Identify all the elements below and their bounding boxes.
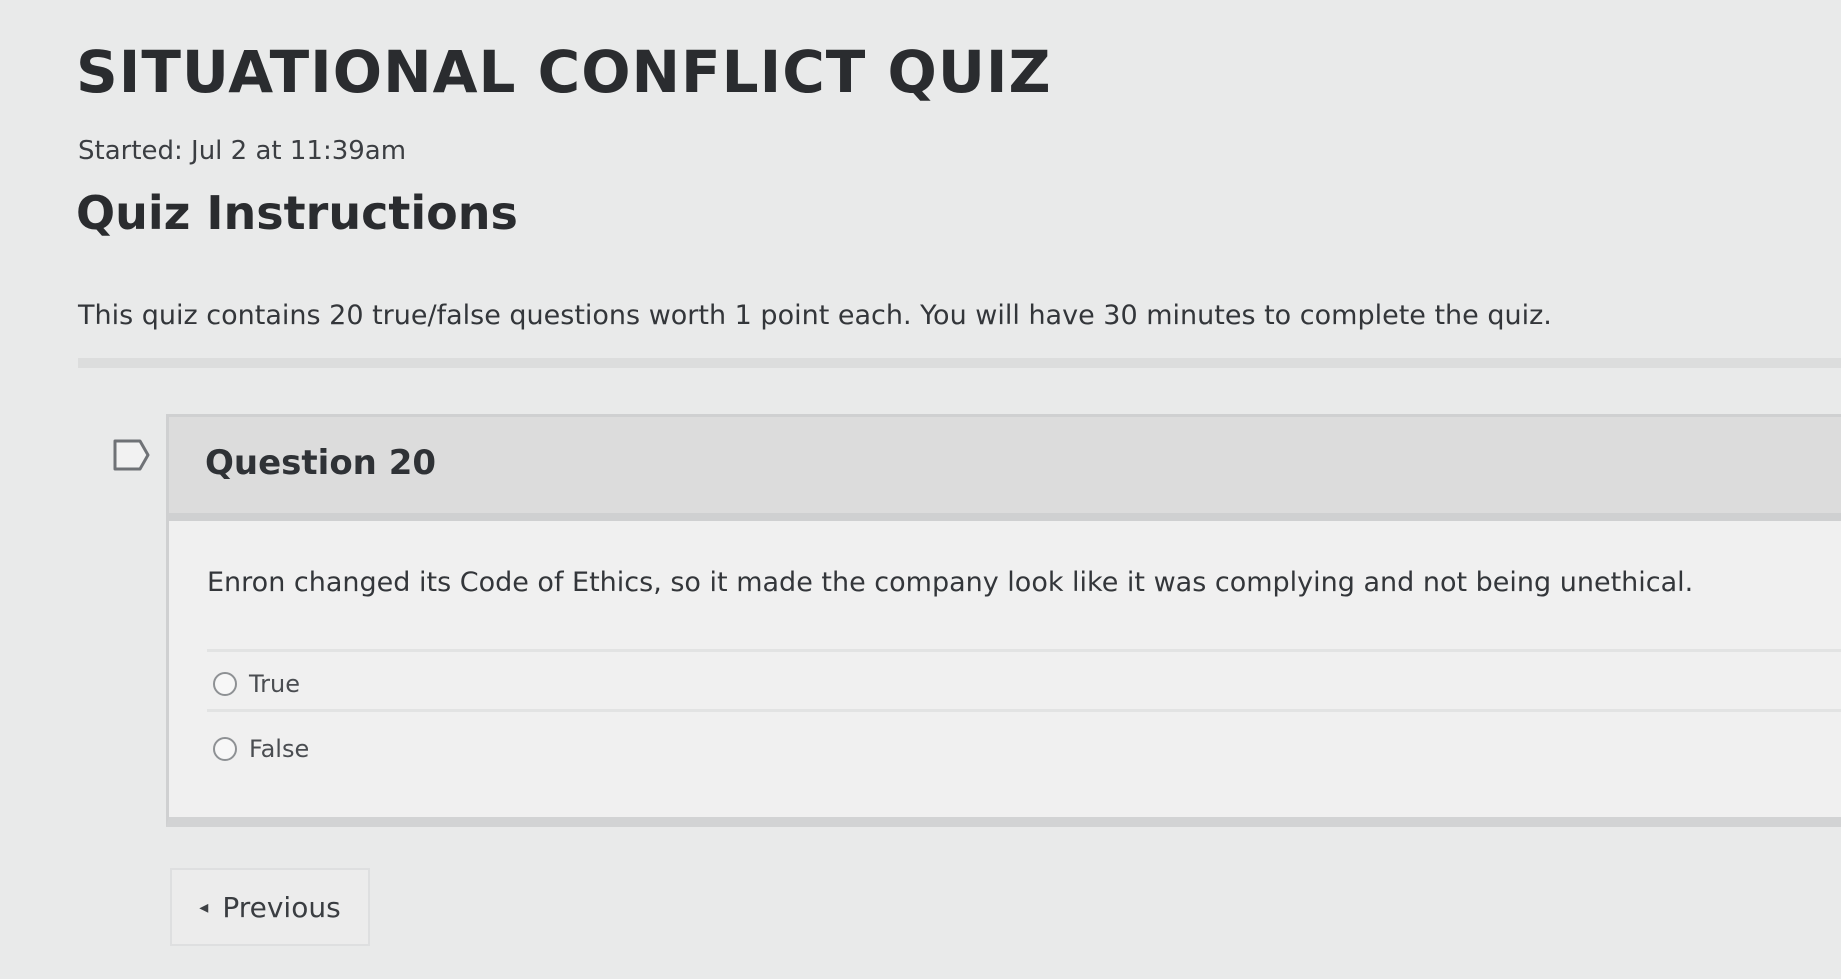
- radio-button-icon[interactable]: [213, 672, 237, 696]
- triangle-left-icon: ◂: [199, 896, 209, 918]
- radio-button-icon[interactable]: [213, 737, 237, 761]
- quiz-started-time: Started: Jul 2 at 11:39am: [78, 136, 407, 166]
- flag-question-icon[interactable]: [112, 438, 152, 472]
- quiz-page: SITUATIONAL CONFLICT QUIZ Started: Jul 2…: [0, 0, 1841, 979]
- answer-label: False: [249, 735, 310, 763]
- previous-label: Previous: [222, 890, 341, 924]
- quiz-title: SITUATIONAL CONFLICT QUIZ: [76, 38, 1052, 106]
- question-card: Question 20 Enron changed its Code of Et…: [166, 414, 1841, 827]
- question-title: Question 20: [205, 443, 437, 483]
- answer-divider: [207, 709, 1841, 712]
- answer-divider: [207, 649, 1841, 652]
- question-header: Question 20: [169, 417, 1841, 521]
- instructions-divider: [78, 358, 1841, 368]
- instructions-heading: Quiz Instructions: [76, 186, 518, 240]
- answer-option-true[interactable]: True: [213, 670, 300, 698]
- instructions-text: This quiz contains 20 true/false questio…: [78, 300, 1552, 331]
- answer-label: True: [249, 670, 300, 698]
- question-text: Enron changed its Code of Ethics, so it …: [207, 567, 1694, 598]
- answer-option-false[interactable]: False: [213, 735, 309, 763]
- previous-button[interactable]: ◂ Previous: [170, 868, 370, 946]
